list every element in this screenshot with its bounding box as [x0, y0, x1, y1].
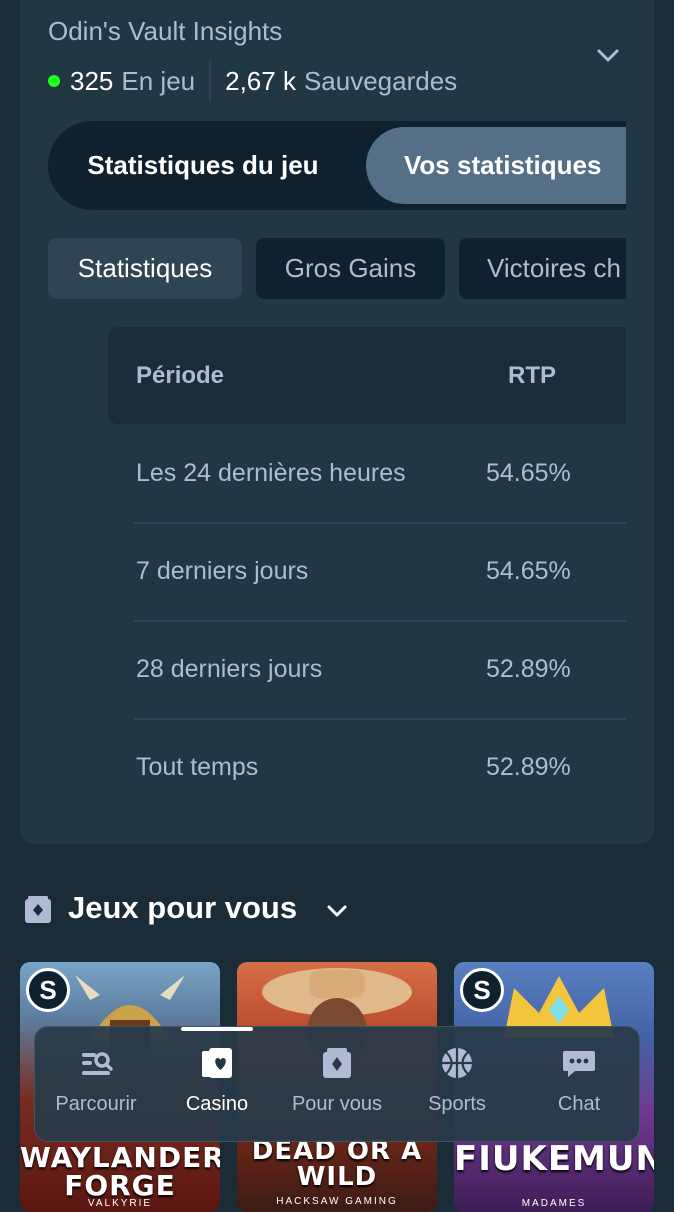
period-cell: 7 derniers jours	[136, 556, 309, 585]
stake-originals-badge: S	[26, 968, 70, 1012]
table-row: 7 derniers jours 54.65%	[134, 522, 626, 622]
nav-label-sports: Sports	[428, 1093, 486, 1115]
for-you-section-icon	[25, 896, 51, 923]
game-meta: 325 En jeu 2,67 k Sauvegardes	[48, 61, 458, 101]
tab-your-stats[interactable]: Vos statistiques	[366, 127, 626, 204]
game-provider-text: HACKSAW GAMING	[276, 1196, 398, 1207]
period-cell: 28 derniers jours	[136, 654, 323, 683]
table-row: 28 derniers jours 52.89%	[134, 620, 626, 720]
meta-divider	[209, 61, 212, 101]
saves-label: Sauvegardes	[303, 65, 458, 96]
chip-big-wins[interactable]: Gros Gains	[256, 238, 445, 299]
game-title-text: DEAD OR A WILD	[251, 1136, 423, 1192]
chip-statistics[interactable]: Statistiques	[48, 238, 242, 299]
bottom-navigation: Parcourir Casino Pour vous Sports Chat	[34, 1026, 640, 1142]
game-title-text: FIUKEMUN	[454, 1139, 654, 1179]
chat-icon	[563, 1051, 595, 1077]
nav-item-casino[interactable]: Casino	[157, 1045, 277, 1135]
saves-count: 2,67 k	[225, 65, 296, 96]
rtp-cell: 52.89%	[486, 654, 571, 683]
tab-your-stats-label: Vos statistiques	[404, 150, 602, 180]
table-row: Les 24 dernières heures 54.65%	[134, 424, 626, 524]
period-cell: Les 24 dernières heures	[136, 458, 406, 487]
nav-item-for-you[interactable]: Pour vous	[277, 1045, 397, 1135]
playing-label: En jeu	[121, 65, 196, 96]
basketball-icon	[442, 1048, 472, 1078]
column-header-period: Période	[136, 361, 225, 389]
for-you-icon	[323, 1048, 351, 1078]
nav-label-for-you: Pour vous	[291, 1093, 383, 1115]
online-dot-icon	[48, 75, 60, 87]
game-title: Odin's Vault Insights	[48, 16, 283, 46]
stake-originals-badge: S	[460, 968, 504, 1012]
table-row: Tout temps 52.89%	[134, 718, 626, 816]
rtp-cell: 52.89%	[486, 752, 571, 781]
section-chevron-icon[interactable]	[322, 896, 352, 926]
active-tab-indicator	[181, 1027, 253, 1031]
nav-item-sports[interactable]: Sports	[397, 1045, 517, 1135]
rtp-cell: 54.65%	[486, 556, 571, 585]
nav-item-browse[interactable]: Parcourir	[36, 1045, 156, 1135]
nav-label-casino: Casino	[185, 1093, 249, 1115]
game-title-text: WAYLANDERS FORGE	[20, 1141, 220, 1202]
rtp-cell: 54.65%	[486, 458, 571, 487]
casino-cards-icon	[202, 1048, 232, 1078]
nav-item-chat[interactable]: Chat	[519, 1045, 639, 1135]
stats-segment-control: Statistiques du jeu Vos statistiques	[48, 121, 626, 210]
section-title: Jeux pour vous	[68, 890, 298, 925]
collapse-chevron-icon[interactable]	[592, 40, 624, 72]
period-cell: Tout temps	[136, 752, 259, 781]
nav-label-chat: Chat	[557, 1093, 601, 1115]
table-header: Période RTP	[108, 327, 626, 424]
browse-icon	[82, 1052, 113, 1075]
nav-label-browse: Parcourir	[55, 1093, 137, 1115]
playing-count: 325	[70, 65, 114, 96]
chip-lucky-wins[interactable]: Victoires ch	[459, 238, 626, 299]
tab-game-stats[interactable]: Statistiques du jeu	[48, 121, 358, 210]
column-header-rtp: RTP	[508, 361, 556, 389]
